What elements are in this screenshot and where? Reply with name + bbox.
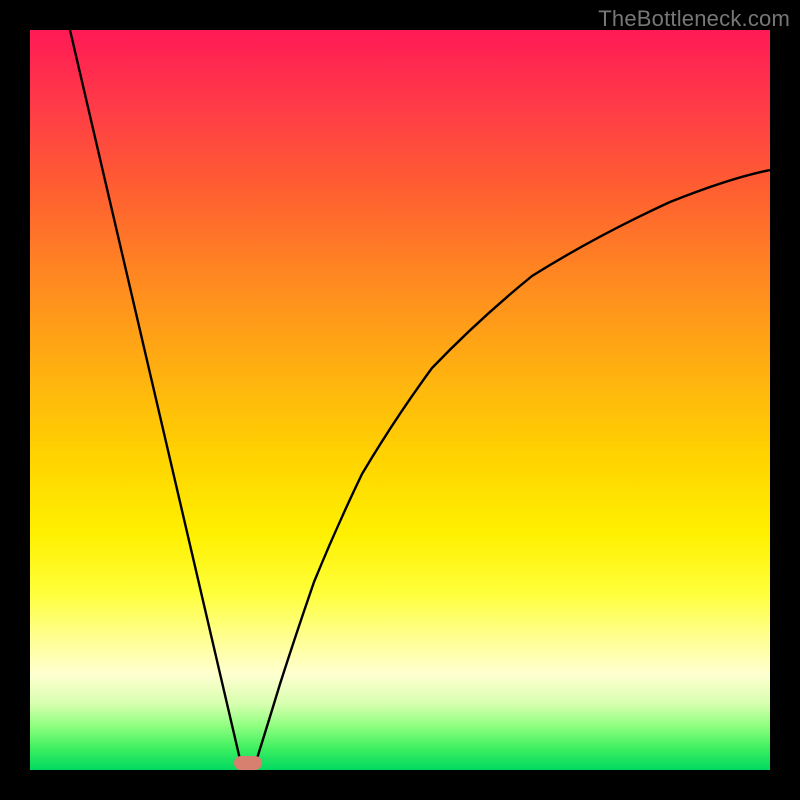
chart-plot-area — [30, 30, 770, 770]
bottleneck-curve — [30, 30, 770, 770]
watermark-text: TheBottleneck.com — [598, 6, 790, 32]
optimum-marker — [234, 756, 262, 770]
curve-right-branch — [254, 170, 770, 768]
curve-left-branch — [70, 30, 242, 768]
